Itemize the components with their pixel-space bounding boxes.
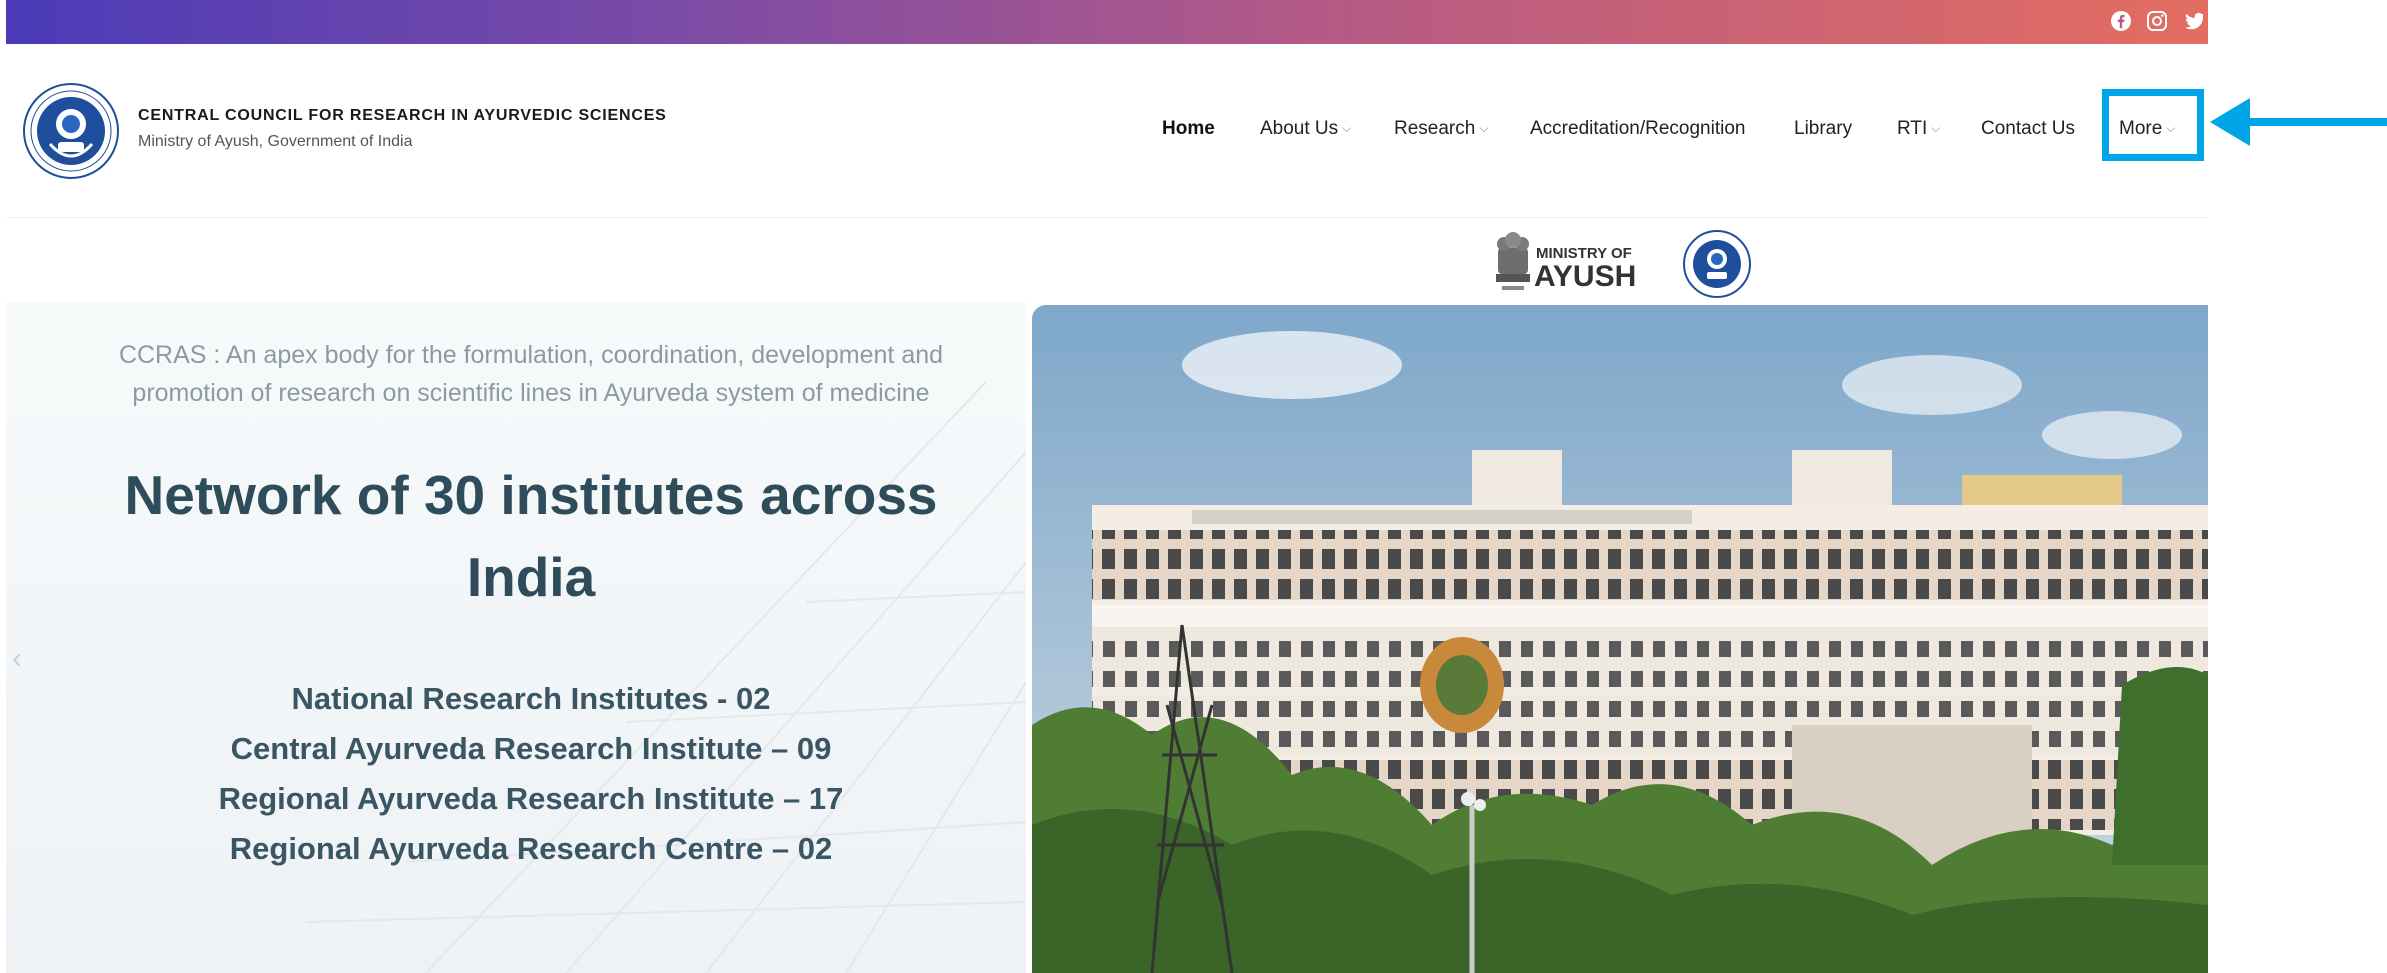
nav-about-us-label: About Us: [1260, 118, 1339, 139]
screenshot-page: CENTRAL COUNCIL FOR RESEARCH IN AYURVEDI…: [0, 0, 2387, 973]
national-emblem-icon: [1496, 232, 1530, 290]
website: CENTRAL COUNCIL FOR RESEARCH IN AYURVEDI…: [6, 0, 2208, 973]
hero-intro-line2: promotion of research on scientific line…: [132, 379, 930, 407]
nav-rti-label: RTI: [1897, 118, 1928, 139]
nav-rti[interactable]: RTI ⌵: [1897, 118, 1940, 142]
nav-home[interactable]: Home: [1162, 118, 1215, 142]
hero-heading-line2: India: [466, 546, 596, 608]
nav-contact-us-label: Contact Us: [1981, 118, 2075, 139]
nav-library[interactable]: Library: [1794, 118, 1852, 142]
site-header: CENTRAL COUNCIL FOR RESEARCH IN AYURVEDI…: [6, 44, 2208, 218]
chevron-down-icon: ⌵: [1342, 121, 1352, 135]
hero-intro-line1: CCRAS : An apex body for the formulation…: [118, 341, 944, 369]
hero-heading-line1: Network of 30 institutes across: [124, 464, 938, 526]
list-item: Regional Ayurveda Research Institute – 1…: [218, 781, 844, 816]
hero-text-panel: CCRAS : An apex body for the formulation…: [6, 302, 1026, 973]
institute-list: National Research Institutes - 02 Centra…: [66, 674, 996, 874]
nav-research-label: Research: [1394, 118, 1476, 139]
ccras-emblem-icon: [1683, 230, 1751, 298]
nav-contact-us[interactable]: Contact Us: [1981, 118, 2075, 142]
hero-intro: CCRAS : An apex body for the formulation…: [76, 336, 986, 412]
nav-library-label: Library: [1794, 118, 1853, 139]
building-photo: [1032, 305, 2208, 973]
instagram-icon[interactable]: [2145, 9, 2169, 33]
org-name: CENTRAL COUNCIL FOR RESEARCH IN AYURVEDI…: [138, 107, 667, 124]
carousel-prev-button[interactable]: ‹: [12, 642, 22, 676]
facebook-icon[interactable]: [2109, 9, 2133, 33]
highlight-box: [2102, 89, 2204, 161]
nav-accreditation-label: Accreditation/Recognition: [1530, 118, 1746, 139]
nav-about-us[interactable]: About Us ⌵: [1260, 118, 1351, 142]
twitter-icon[interactable]: [2183, 9, 2203, 33]
nav-research[interactable]: Research ⌵: [1394, 118, 1488, 142]
org-subtitle: Ministry of Ayush, Government of India: [138, 133, 413, 150]
nav-accreditation[interactable]: Accreditation/Recognition: [1530, 118, 1745, 142]
hero-carousel: CCRAS : An apex body for the formulation…: [6, 302, 2208, 973]
chevron-down-icon: ⌵: [1479, 121, 1489, 135]
nav-home-label: Home: [1162, 118, 1215, 139]
list-item: National Research Institutes - 02: [291, 681, 771, 716]
list-item: Regional Ayurveda Research Centre – 02: [229, 831, 833, 866]
ccras-logo[interactable]: [22, 82, 120, 180]
top-bar: [6, 0, 2208, 44]
pointer-arrow-icon: [2210, 98, 2387, 146]
ministry-of-ayush-logo: MINISTRY OF AYUSH: [1496, 230, 1751, 298]
chevron-down-icon: ⌵: [1931, 121, 1941, 135]
list-item: Central Ayurveda Research Institute – 09: [230, 731, 832, 766]
hero-heading: Network of 30 institutes across India: [66, 454, 996, 618]
ministry-line2: AYUSH: [1534, 260, 1636, 293]
